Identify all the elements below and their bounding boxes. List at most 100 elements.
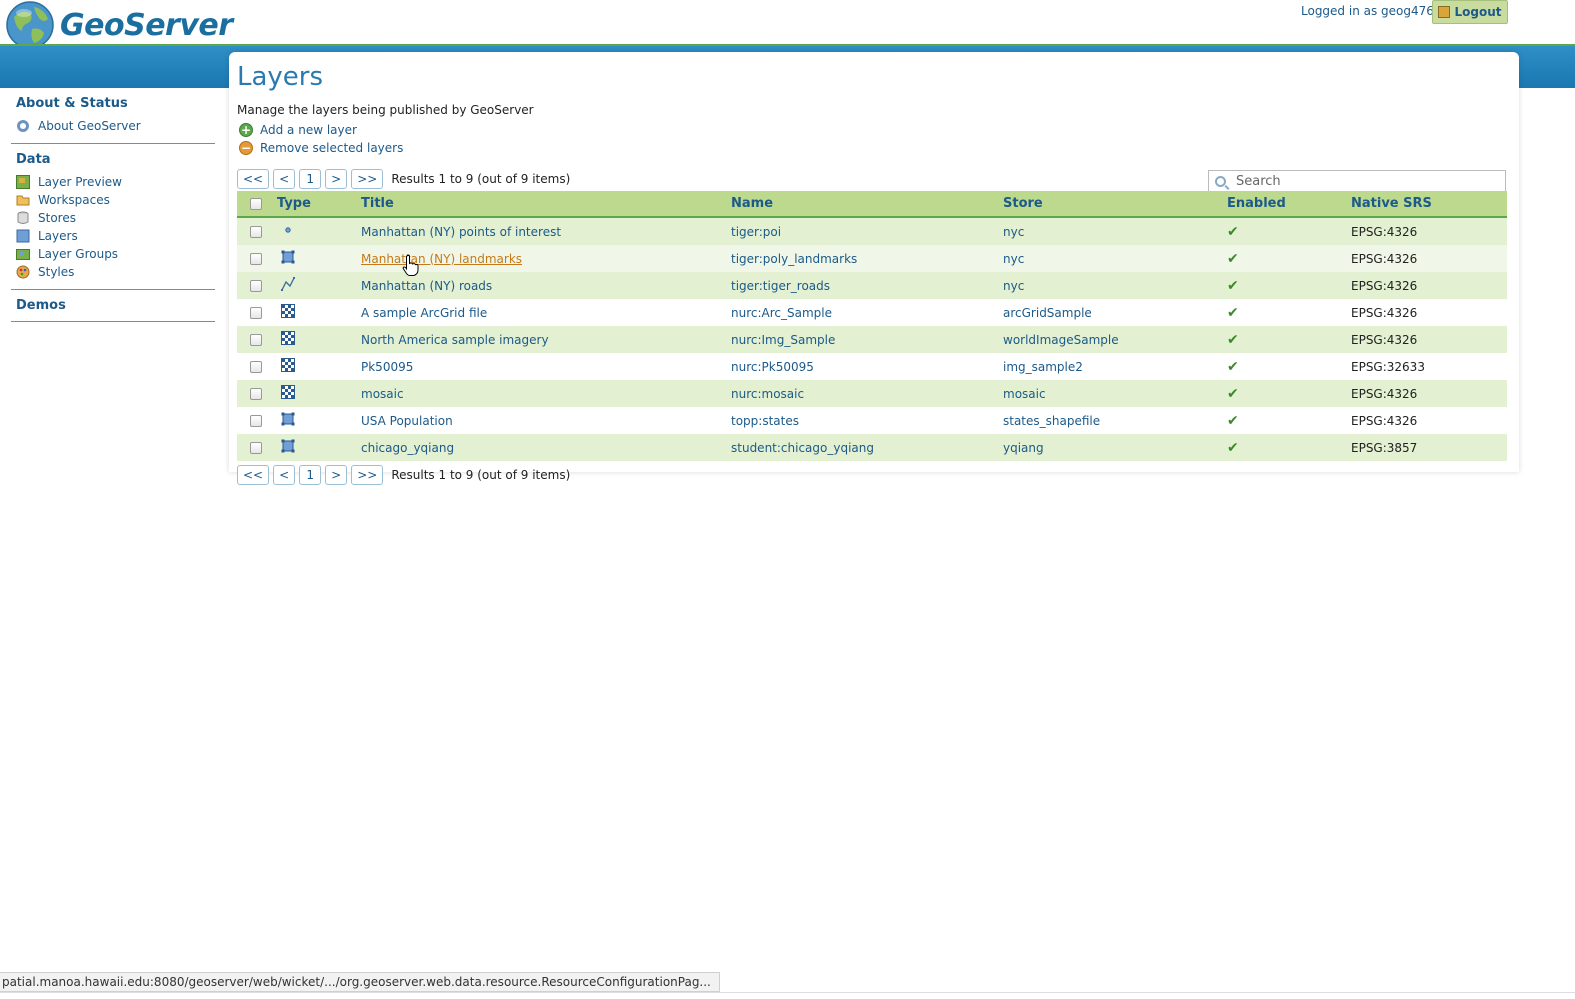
row-checkbox[interactable]	[250, 414, 262, 427]
type-cell	[275, 331, 361, 348]
layer-title-link[interactable]: mosaic	[361, 387, 404, 401]
store-cell: mosaic	[1003, 387, 1227, 401]
enabled-cell: ✔	[1227, 305, 1351, 321]
pager-page-button[interactable]: 1	[299, 465, 322, 485]
sidebar-item-layer-preview[interactable]: Layer Preview	[16, 173, 215, 191]
sidebar-heading-demos[interactable]: Demos	[16, 298, 215, 313]
name-cell: nurc:Img_Sample	[731, 333, 1003, 347]
remove-layers-link[interactable]: − Remove selected layers	[239, 141, 403, 155]
srs-value: EPSG:32633	[1351, 359, 1425, 374]
pager-page-button[interactable]: 1	[299, 169, 322, 189]
row-checkbox[interactable]	[250, 360, 262, 373]
layer-name-link[interactable]: nurc:mosaic	[731, 387, 804, 401]
table-row[interactable]: Pk50095 nurc:Pk50095 img_sample2 ✔ EPSG:3263…	[237, 353, 1507, 380]
row-checkbox[interactable]	[250, 441, 262, 454]
srs-cell: EPSG:4326	[1351, 252, 1507, 266]
column-header-native-srs[interactable]: Native SRS	[1351, 196, 1507, 211]
sidebar-item-layers[interactable]: Layers	[16, 227, 215, 245]
raster-layer-icon	[281, 331, 295, 345]
layer-name-link[interactable]: nurc:Img_Sample	[731, 333, 835, 347]
store-link[interactable]: nyc	[1003, 225, 1024, 239]
logout-label: Logout	[1454, 5, 1502, 19]
table-row[interactable]: mosaic nurc:mosaic mosaic ✔ EPSG:4326	[237, 380, 1507, 407]
store-link[interactable]: yqiang	[1003, 441, 1044, 455]
page-title: Layers	[237, 62, 324, 92]
table-row[interactable]: USA Population topp:states states_shapefil…	[237, 407, 1507, 434]
sidebar-item-label: Layer Groups	[38, 247, 119, 261]
srs-value: EPSG:4326	[1351, 413, 1418, 428]
column-header-title[interactable]: Title	[361, 196, 731, 211]
row-checkbox[interactable]	[250, 306, 262, 319]
store-link[interactable]: worldImageSample	[1003, 333, 1119, 347]
row-checkbox[interactable]	[250, 279, 262, 292]
pager-first-button[interactable]: <<	[237, 465, 270, 485]
layer-name-link[interactable]: topp:states	[731, 414, 799, 428]
sidebar-item-stores[interactable]: Stores	[16, 209, 215, 227]
srs-cell: EPSG:4326	[1351, 387, 1507, 401]
layer-title-link[interactable]: Manhattan (NY) roads	[361, 279, 492, 293]
table-row[interactable]: A sample ArcGrid file nurc:Arc_Sample arcG…	[237, 299, 1507, 326]
row-checkbox[interactable]	[250, 333, 262, 346]
layer-title-link[interactable]: chicago_yqiang	[361, 441, 454, 455]
layer-name-link[interactable]: nurc:Pk50095	[731, 360, 814, 374]
pager-first-button[interactable]: <<	[237, 169, 270, 189]
row-checkbox[interactable]	[250, 387, 262, 400]
search-input[interactable]	[1234, 172, 1484, 190]
layer-title-link[interactable]: Pk50095	[361, 360, 413, 374]
row-select-cell	[237, 225, 275, 238]
layer-title-link[interactable]: Manhattan (NY) landmarks	[361, 252, 522, 266]
line-layer-icon	[281, 277, 295, 291]
row-checkbox[interactable]	[250, 252, 262, 265]
pager-last-button[interactable]: >>	[351, 465, 384, 485]
layer-name-link[interactable]: tiger:poi	[731, 225, 781, 239]
check-icon: ✔	[1227, 385, 1239, 402]
pager-next-button[interactable]: >	[325, 465, 348, 485]
sidebar-item-layer-groups[interactable]: Layer Groups	[16, 245, 215, 263]
column-header-enabled[interactable]: Enabled	[1227, 196, 1351, 211]
row-select-cell	[237, 414, 275, 427]
layer-name-link[interactable]: student:chicago_yqiang	[731, 441, 874, 455]
page-description: Manage the layers being published by Geo…	[237, 103, 534, 117]
store-link[interactable]: nyc	[1003, 252, 1024, 266]
check-icon: ✔	[1227, 358, 1239, 375]
layer-name-link[interactable]: tiger:tiger_roads	[731, 279, 830, 293]
table-row[interactable]: Manhattan (NY) landmarks tiger:poly_landm…	[237, 245, 1507, 272]
table-row[interactable]: Manhattan (NY) roads tiger:tiger_roads nyc…	[237, 272, 1507, 299]
store-link[interactable]: nyc	[1003, 279, 1024, 293]
layer-title-link[interactable]: USA Population	[361, 414, 453, 428]
column-header-store[interactable]: Store	[1003, 196, 1227, 211]
column-header-name[interactable]: Name	[731, 196, 1003, 211]
table-row[interactable]: chicago_yqiang student:chicago_yqiang yqia…	[237, 434, 1507, 461]
pager-last-button[interactable]: >>	[351, 169, 384, 189]
search-box[interactable]	[1208, 170, 1506, 192]
layer-name-link[interactable]: nurc:Arc_Sample	[731, 306, 832, 320]
sidebar-item-label: Styles	[38, 265, 75, 279]
pager-prev-button[interactable]: <	[273, 169, 296, 189]
sidebar-section-about: About & Status About GeoServer	[11, 96, 215, 135]
sidebar-item-about-geoserver[interactable]: About GeoServer	[16, 117, 215, 135]
add-layer-link[interactable]: + Add a new layer	[239, 123, 357, 137]
pager-next-button[interactable]: >	[325, 169, 348, 189]
select-all-checkbox[interactable]	[250, 197, 262, 210]
layer-name-link[interactable]: tiger:poly_landmarks	[731, 252, 857, 266]
layer-title-link[interactable]: North America sample imagery	[361, 333, 549, 347]
logout-button[interactable]: Logout	[1432, 0, 1508, 24]
layer-title-link[interactable]: Manhattan (NY) points of interest	[361, 225, 561, 239]
row-checkbox[interactable]	[250, 225, 262, 238]
table-row[interactable]: Manhattan (NY) points of interest tiger:p…	[237, 218, 1507, 245]
table-row[interactable]: North America sample imagery nurc:Img_Sam…	[237, 326, 1507, 353]
sidebar-item-workspaces[interactable]: Workspaces	[16, 191, 215, 209]
store-link[interactable]: mosaic	[1003, 387, 1046, 401]
add-layer-label: Add a new layer	[260, 123, 357, 137]
sidebar-item-styles[interactable]: Styles	[16, 263, 215, 281]
type-cell	[275, 412, 361, 429]
geoserver-logo[interactable]: GeoServer	[4, 0, 233, 50]
store-link[interactable]: img_sample2	[1003, 360, 1083, 374]
store-link[interactable]: states_shapefile	[1003, 414, 1100, 428]
layer-title-link[interactable]: A sample ArcGrid file	[361, 306, 487, 320]
store-link[interactable]: arcGridSample	[1003, 306, 1092, 320]
column-header-type[interactable]: Type	[275, 196, 361, 211]
layers-panel: Layers Manage the layers being published…	[229, 52, 1519, 485]
pager-prev-button[interactable]: <	[273, 465, 296, 485]
srs-cell: EPSG:4326	[1351, 279, 1507, 293]
